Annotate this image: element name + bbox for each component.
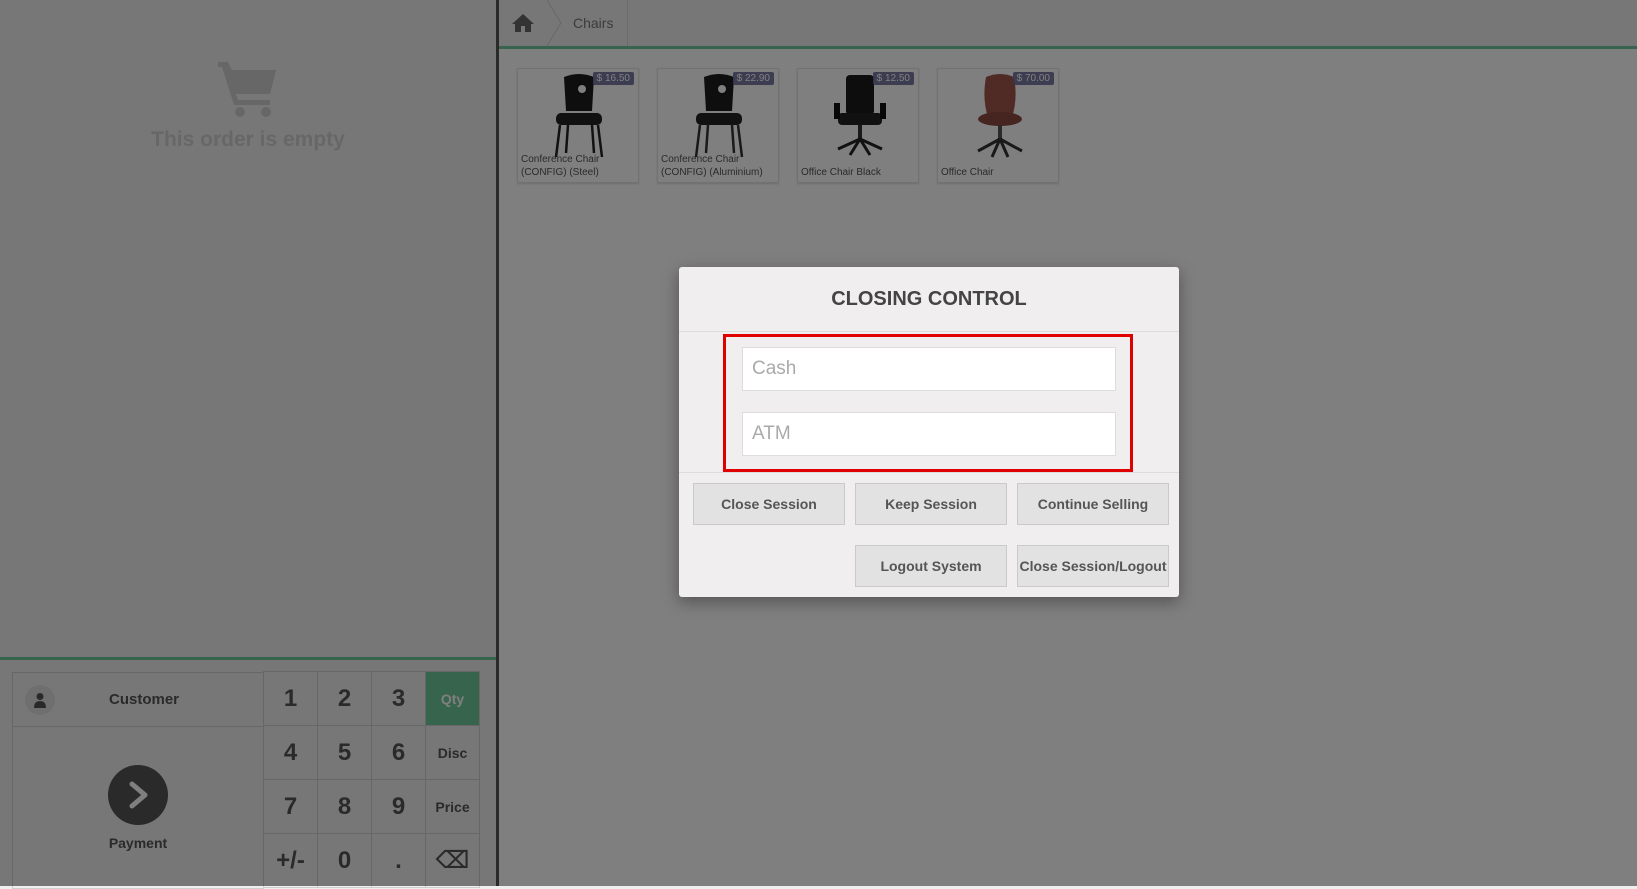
closing-form [679, 332, 1179, 473]
continue-selling-button[interactable]: Continue Selling [1017, 483, 1169, 525]
closing-control-dialog: CLOSING CONTROL Close Session Keep Sessi… [679, 267, 1179, 597]
close-session-logout-button[interactable]: Close Session/Logout [1017, 545, 1169, 587]
close-session-button[interactable]: Close Session [693, 483, 845, 525]
dialog-title: CLOSING CONTROL [679, 267, 1179, 332]
cash-input[interactable] [742, 347, 1116, 391]
logout-system-button[interactable]: Logout System [855, 545, 1007, 587]
atm-input[interactable] [742, 412, 1116, 456]
keep-session-button[interactable]: Keep Session [855, 483, 1007, 525]
